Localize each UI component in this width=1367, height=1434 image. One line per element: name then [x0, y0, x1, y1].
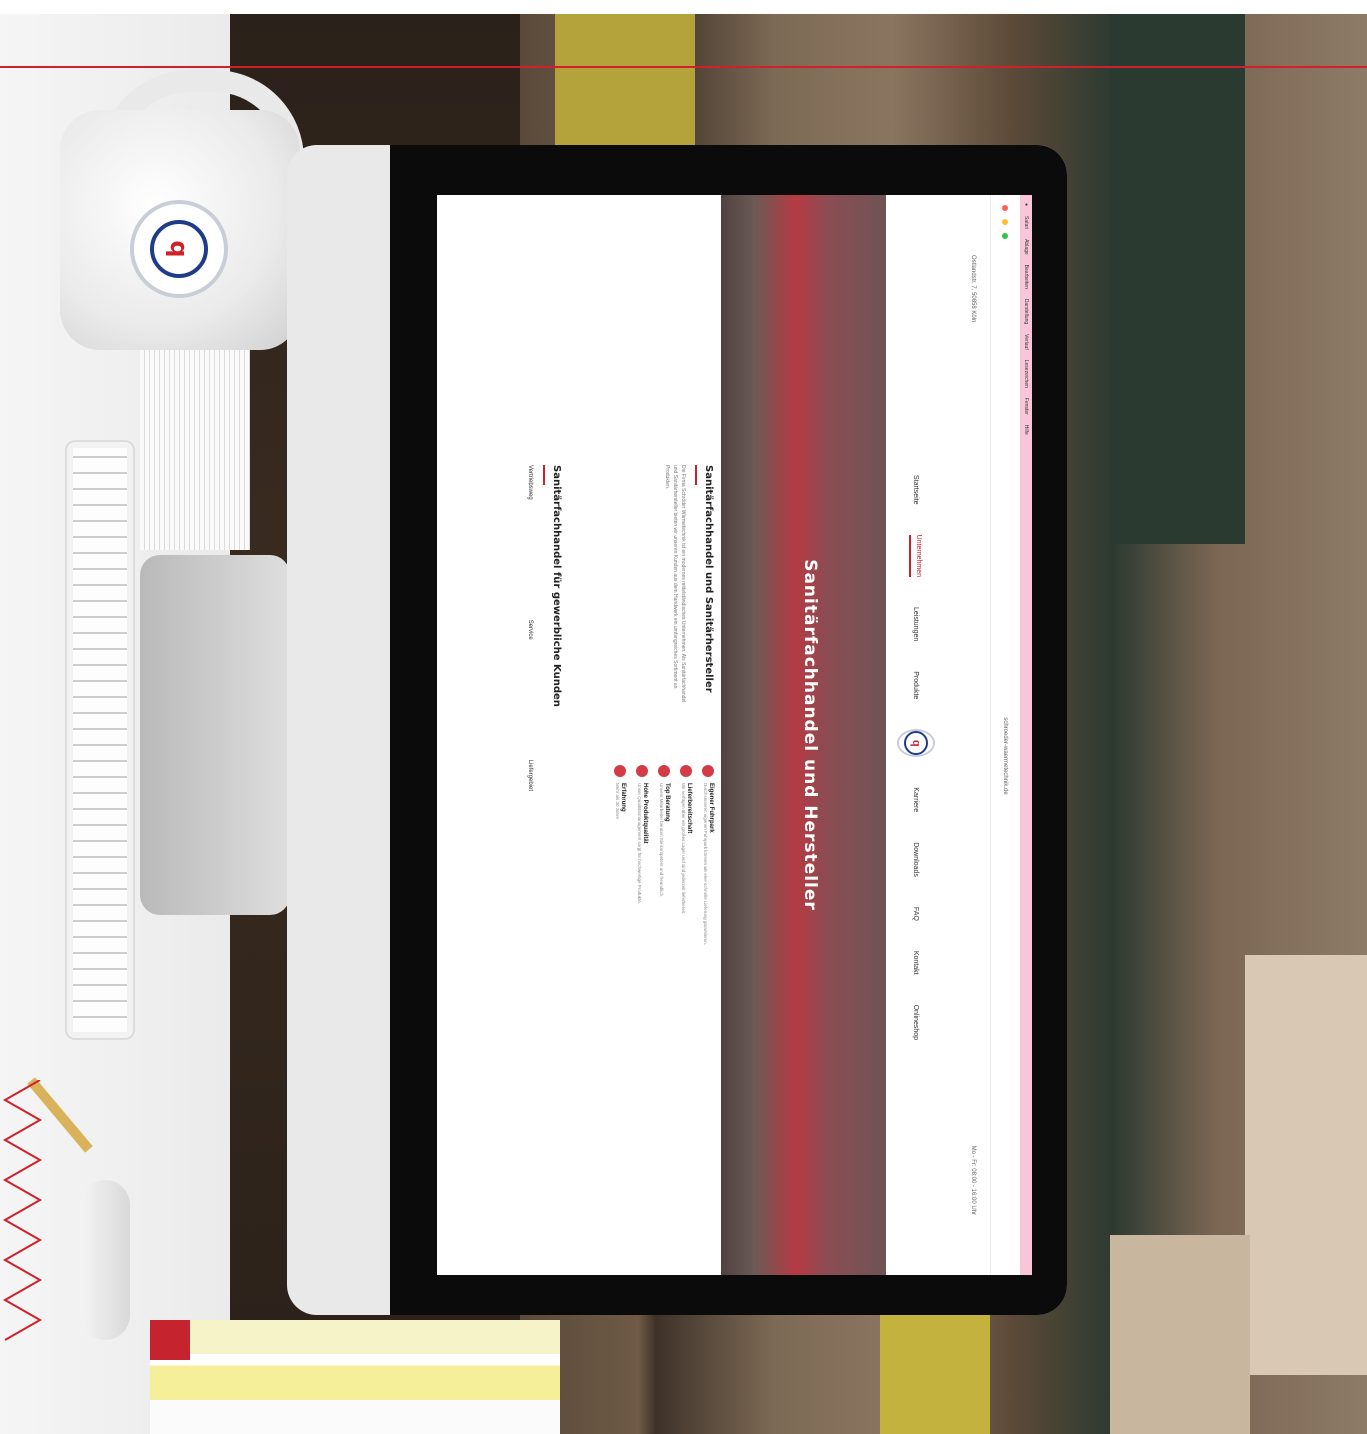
menu-item[interactable]: Lesezeichen	[1023, 360, 1029, 388]
beige-plank	[1110, 1235, 1250, 1434]
nav-item[interactable]: Kontakt	[913, 951, 920, 975]
mac-menubar: ● Safari Ablage Bearbeiten Darstellung V…	[1020, 195, 1032, 1275]
yellow-plank	[555, 14, 695, 154]
nav-item[interactable]: Produkte	[913, 671, 920, 699]
customers-section: Sanitärfachhandel für gewerbliche Kunden…	[527, 465, 562, 1005]
browser-toolbar: schroeder-waermetechnik.de	[990, 195, 1020, 1275]
feature-item: Lieferbereitschaft Wir verfügen über ein …	[680, 765, 692, 1005]
mug-logo: q	[130, 200, 228, 298]
menu-item[interactable]: Hilfe	[1023, 425, 1029, 435]
lower-title: Sanitärfachhandel für gewerbliche Kunden	[551, 465, 562, 707]
yellow-plank-bottom	[880, 1300, 990, 1434]
menu-item[interactable]: Bearbeiten	[1023, 265, 1029, 289]
keyboard-keys	[73, 448, 127, 1032]
feature-list: Eigener Fuhrpark Durch unseren eigenen Fu…	[604, 765, 714, 1005]
site-logo-letter: q	[904, 731, 928, 756]
close-window-button[interactable]	[1002, 205, 1009, 211]
feature-item: Hohe Produktqualität Unser Qualitätsmanag…	[636, 765, 648, 1005]
top-info-bar: Ostlandstr. 7, 50858 Köln Mo - Fr: 08:00…	[958, 195, 988, 1275]
opening-hours: Mo - Fr: 08:00 - 16:00 Uhr	[970, 1145, 976, 1215]
feature-desc: Durch unseren eigenen Fuhrpark können wi…	[703, 783, 708, 945]
site-logo[interactable]: q	[897, 729, 935, 758]
feature-title: Top Beratung	[664, 783, 670, 822]
zigzag-decoration	[2, 1080, 43, 1341]
main-nav: Startseite Unternehmen Leistungen Produk…	[886, 195, 946, 1275]
info-columns: Vertriebsweg Service Liefergebiet	[527, 465, 533, 1005]
column-heading: Service	[527, 619, 533, 640]
column-heading: Liefergebiet	[527, 759, 533, 792]
nav-item[interactable]: Downloads	[913, 842, 920, 877]
feature-title: Eigener Fuhrpark	[708, 783, 714, 833]
feature-title: Lieferbereitschaft	[686, 783, 692, 834]
website: ● Safari Ablage Bearbeiten Darstellung V…	[437, 195, 1032, 1275]
star-icon	[636, 765, 648, 777]
top-red-line	[0, 66, 1367, 68]
nav-item-active[interactable]: Unternehmen	[909, 534, 923, 577]
monitor-stand	[140, 555, 290, 915]
address-info: Ostlandstr. 7, 50858 Köln	[970, 255, 976, 323]
column-heading: Vertriebsweg	[527, 465, 533, 500]
lower-divider	[543, 465, 545, 485]
feature-desc: Unser Qualitätsmanagement sorgt für hoch…	[637, 783, 642, 905]
address-bar[interactable]: schroeder-waermetechnik.de	[1003, 247, 1009, 1265]
feature-desc: Wir verfügen über ein großes Lager und s…	[681, 783, 686, 915]
nav-item[interactable]: FAQ	[913, 907, 920, 921]
nav-item[interactable]: Startseite	[913, 475, 920, 505]
apple-icon[interactable]: ●	[1023, 203, 1029, 206]
light-plank	[1245, 955, 1367, 1375]
intro-section: Sanitärfachhandel und Sanitärhersteller …	[484, 465, 714, 1005]
zoom-window-button[interactable]	[1002, 233, 1009, 239]
nav-item[interactable]: Leistungen	[913, 607, 920, 641]
user-icon	[658, 765, 670, 777]
keyboard	[65, 440, 135, 1040]
monitor-screen: ● Safari Ablage Bearbeiten Darstellung V…	[437, 195, 1032, 1275]
feature-desc: Mehr als 30 Jahre	[615, 783, 620, 820]
mouse	[80, 1180, 130, 1340]
feature-desc: Unsere Mitarbeiter beraten Sie kompetent…	[659, 783, 664, 898]
section-paragraph: Die Firma Schröder Wärmetechnik ist ein …	[664, 465, 686, 703]
nav-item[interactable]: Karriere	[913, 787, 920, 812]
truck-icon	[702, 765, 714, 777]
feature-title: Hohe Produktqualität	[642, 783, 648, 844]
nav-item[interactable]: Onlineshop	[913, 1005, 920, 1040]
hero-banner: Sanitärfachhandel und Hersteller	[721, 195, 886, 1275]
box-icon	[680, 765, 692, 777]
paper-stack	[140, 330, 250, 550]
feature-item: Eigener Fuhrpark Durch unseren eigenen Fu…	[702, 765, 714, 1005]
feature-item: Erfahrung Mehr als 30 Jahre	[614, 765, 626, 1005]
dark-green-plank	[1110, 14, 1245, 544]
menu-item[interactable]: Safari	[1023, 216, 1029, 229]
clock-icon	[614, 765, 626, 777]
minimize-window-button[interactable]	[1002, 219, 1009, 225]
menu-item[interactable]: Darstellung	[1023, 299, 1029, 324]
feature-item: Top Beratung Unsere Mitarbeiter beraten S…	[658, 765, 670, 1005]
mug-logo-letter: q	[150, 220, 208, 278]
hero-title: Sanitärfachhandel und Hersteller	[800, 559, 820, 911]
book-stack	[150, 1320, 560, 1434]
red-book	[150, 1320, 190, 1360]
section-divider	[695, 465, 697, 485]
menu-item[interactable]: Verlauf	[1023, 334, 1029, 350]
menu-item[interactable]: Ablage	[1023, 239, 1029, 255]
menu-item[interactable]: Fenster	[1023, 398, 1029, 415]
feature-title: Erfahrung	[620, 783, 626, 812]
